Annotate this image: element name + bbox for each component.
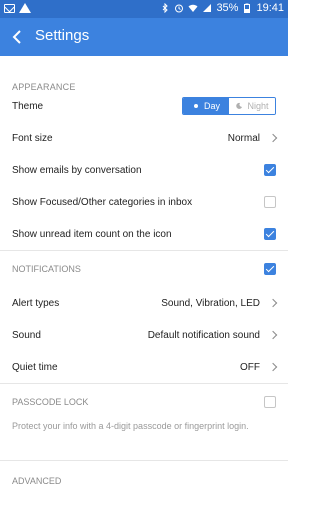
- advanced-header-row: ADVANCED: [0, 461, 288, 501]
- status-system: 35% 19:41: [160, 2, 284, 14]
- chevron-right-icon: [268, 362, 278, 372]
- unread-count-checkbox[interactable]: [264, 228, 276, 240]
- wifi-icon: [188, 4, 198, 12]
- quiet-time-value-wrap: OFF: [240, 361, 278, 373]
- signal-icon: [203, 4, 212, 12]
- notifications-header-row[interactable]: NOTIFICATIONS: [0, 251, 288, 287]
- passcode-header-row[interactable]: PASSCODE LOCK: [0, 384, 288, 420]
- alert-types-label: Alert types: [12, 297, 60, 309]
- alert-types-value-wrap: Sound, Vibration, LED: [161, 297, 278, 309]
- unread-count-label: Show unread item count on the icon: [12, 228, 172, 240]
- quiet-time-value: OFF: [240, 361, 260, 373]
- focused-other-label: Show Focused/Other categories in inbox: [12, 196, 193, 208]
- sound-value-wrap: Default notification sound: [147, 329, 278, 341]
- font-size-value-wrap: Normal: [227, 132, 278, 144]
- app-bar: Settings: [0, 18, 288, 56]
- section-header-advanced: ADVANCED: [12, 476, 62, 486]
- status-time: 19:41: [256, 2, 284, 14]
- quiet-time-row[interactable]: Quiet time OFF: [0, 351, 288, 383]
- passcode-checkbox[interactable]: [264, 396, 276, 408]
- sound-label: Sound: [12, 329, 41, 341]
- chevron-right-icon: [268, 298, 278, 308]
- show-emails-by-conversation-checkbox[interactable]: [264, 164, 276, 176]
- status-notifications: [4, 3, 31, 13]
- section-header-appearance: APPEARANCE: [12, 82, 76, 92]
- font-size-row[interactable]: Font size Normal: [0, 122, 288, 154]
- alarm-icon: [175, 4, 184, 13]
- status-bar: 35% 19:41: [0, 0, 288, 18]
- chevron-right-icon: [268, 330, 278, 340]
- focused-other-checkbox[interactable]: [264, 196, 276, 208]
- theme-night-label: Night: [247, 101, 269, 111]
- moon-icon: [236, 102, 243, 109]
- alert-types-row[interactable]: Alert types Sound, Vibration, LED: [0, 287, 288, 319]
- alert-types-value: Sound, Vibration, LED: [161, 297, 260, 309]
- unread-count-row[interactable]: Show unread item count on the icon: [0, 218, 288, 250]
- theme-row: Theme Day Night: [0, 90, 288, 122]
- battery-percent: 35%: [216, 2, 239, 14]
- show-emails-by-conversation-label: Show emails by conversation: [12, 164, 142, 176]
- settings-list: APPEARANCE Theme Day Night Font size Nor…: [0, 58, 288, 501]
- sound-row[interactable]: Sound Default notification sound: [0, 319, 288, 351]
- bluetooth-icon: [163, 3, 169, 13]
- warning-icon: [19, 3, 31, 13]
- font-size-value: Normal: [227, 132, 260, 144]
- theme-day-option[interactable]: Day: [183, 98, 229, 114]
- theme-night-option[interactable]: Night: [229, 98, 275, 114]
- theme-label: Theme: [12, 100, 44, 112]
- passcode-description: Protect your info with a 4-digit passcod…: [12, 421, 249, 431]
- back-arrow-icon[interactable]: [10, 29, 26, 45]
- notifications-checkbox[interactable]: [264, 263, 276, 275]
- battery-icon: [244, 3, 251, 13]
- section-header-notifications: NOTIFICATIONS: [12, 264, 81, 274]
- sun-icon: [193, 104, 198, 108]
- section-header-passcode: PASSCODE LOCK: [12, 397, 89, 407]
- page-title: Settings: [35, 27, 90, 44]
- focused-other-row[interactable]: Show Focused/Other categories in inbox: [0, 186, 288, 218]
- quiet-time-label: Quiet time: [12, 361, 58, 373]
- sound-value: Default notification sound: [147, 329, 260, 341]
- theme-toggle: Day Night: [182, 97, 276, 115]
- theme-day-label: Day: [203, 101, 220, 111]
- chevron-right-icon: [268, 133, 278, 143]
- mail-icon: [4, 3, 15, 13]
- show-emails-by-conversation-row[interactable]: Show emails by conversation: [0, 154, 288, 186]
- font-size-label: Font size: [12, 132, 53, 144]
